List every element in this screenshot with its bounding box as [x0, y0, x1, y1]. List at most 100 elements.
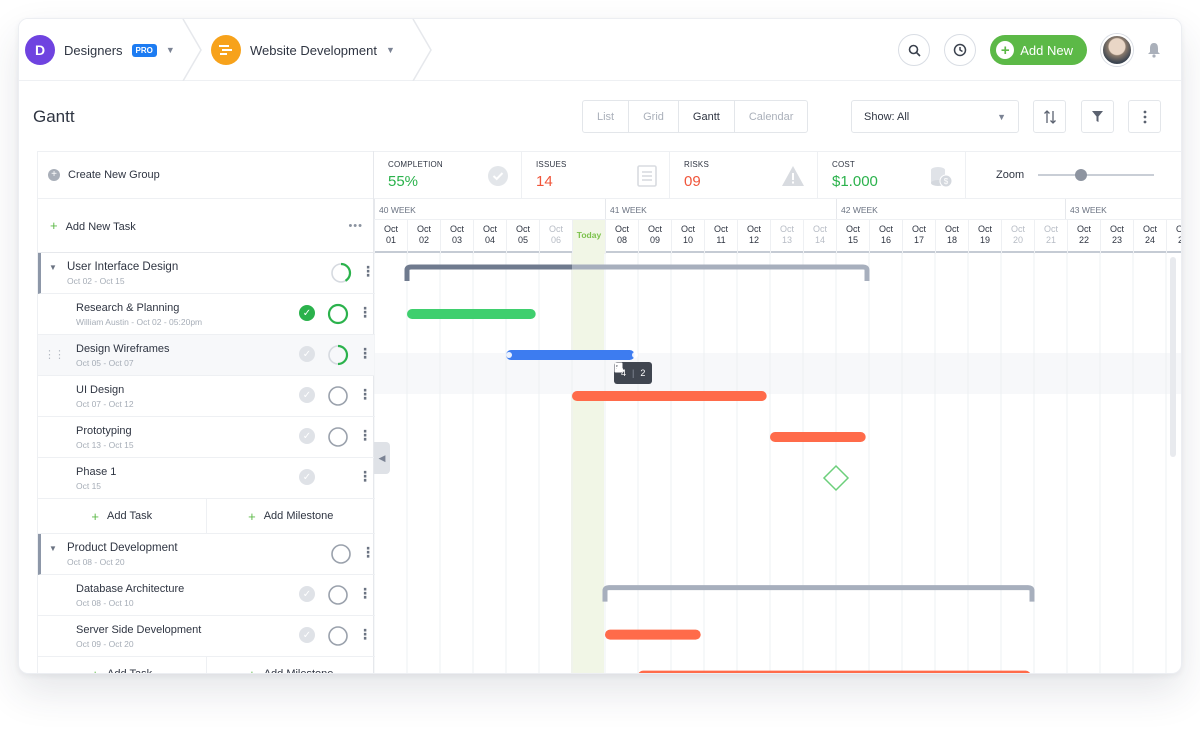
show-filter-select[interactable]: Show: All ▼: [851, 100, 1019, 133]
sort-button[interactable]: [1033, 100, 1066, 133]
row-menu-icon[interactable]: ⋮: [358, 428, 372, 442]
vertical-scrollbar[interactable]: [1170, 257, 1176, 457]
view-switcher: List Grid Gantt Calendar: [582, 100, 809, 133]
bar-handle[interactable]: [632, 352, 638, 358]
task-row[interactable]: Research & Planning William Austin - Oct…: [38, 294, 375, 335]
zoom-slider[interactable]: [1038, 169, 1155, 181]
stat-cost: COST $1.000 $: [818, 152, 966, 198]
task-bar[interactable]: [572, 391, 767, 401]
group-row[interactable]: ▼ User Interface Design Oct 02 - Oct 15 …: [38, 253, 375, 294]
row-menu-icon[interactable]: ⋮: [361, 264, 375, 278]
check-icon[interactable]: ✓: [299, 346, 315, 362]
task-bar[interactable]: [770, 432, 866, 442]
bell-icon[interactable]: [1147, 42, 1161, 58]
warning-icon: [614, 362, 625, 372]
task-title: Database Architecture: [76, 583, 185, 595]
row-menu-icon[interactable]: ⋮: [358, 346, 372, 360]
add-task-button[interactable]: + Add Task: [38, 657, 207, 673]
group-dates: Oct 02 - Oct 15: [67, 276, 125, 286]
project-switcher[interactable]: Website Development ▼: [211, 19, 395, 81]
check-icon[interactable]: ✓: [299, 305, 315, 321]
task-row[interactable]: Database Architecture Oct 08 - Oct 10 ✓ …: [38, 575, 375, 616]
stat-risks: RISKS 09: [670, 152, 818, 198]
add-new-task-label: Add New Task: [65, 221, 136, 233]
task-title: Research & Planning: [76, 302, 180, 314]
app-window: D Designers PRO ▼ Website Development ▼: [18, 18, 1182, 674]
day-column-label: Oct 19: [968, 220, 1001, 254]
history-button[interactable]: [944, 34, 977, 66]
group-dates: Oct 08 - Oct 20: [67, 557, 125, 567]
collapse-caret-icon[interactable]: ▼: [49, 263, 57, 272]
collapse-caret-icon[interactable]: ▼: [49, 544, 57, 553]
more-options-button[interactable]: [1128, 100, 1161, 133]
zoom-label: Zoom: [996, 169, 1025, 181]
add-task-button[interactable]: + Add Task: [38, 499, 207, 533]
create-group-button[interactable]: + Create New Group: [38, 151, 373, 199]
row-menu-icon[interactable]: ⋮: [358, 305, 372, 319]
task-row[interactable]: Prototyping Oct 13 - Oct 15 ✓ ⋮: [38, 417, 375, 458]
search-button[interactable]: [898, 34, 931, 66]
task-title: Design Wireframes: [76, 343, 170, 355]
avatar[interactable]: [1101, 34, 1133, 66]
day-column-label: Oct 17: [902, 220, 935, 254]
task-bar[interactable]: [605, 629, 701, 640]
day-columns: Oct 01 Oct 02 Oct 03 Oct 04 Oct 05 Oct 06 Today Oct 08…: [374, 219, 1181, 254]
project-logo: [211, 35, 241, 65]
row-menu-icon[interactable]: ⋮: [361, 545, 375, 559]
day-column-label: Oct 09: [638, 220, 671, 254]
task-row[interactable]: ⋮⋮ Design Wireframes Oct 05 - Oct 07 ✓ ⋮: [38, 335, 375, 376]
task-row[interactable]: Server Side Development Oct 09 - Oct 20 …: [38, 616, 375, 657]
workspace-logo: D: [25, 35, 55, 65]
tab-grid[interactable]: Grid: [629, 101, 679, 132]
task-sub: William Austin - Oct 02 - 05:20pm: [76, 317, 203, 327]
more-horizontal-icon[interactable]: •••: [348, 220, 363, 232]
task-sub: Oct 13 - Oct 15: [76, 440, 134, 450]
tab-list[interactable]: List: [583, 101, 630, 132]
add-milestone-label: Add Milestone: [263, 668, 334, 674]
row-highlight: [374, 353, 1181, 394]
check-icon[interactable]: ✓: [299, 387, 315, 403]
collapse-panel-handle[interactable]: ◀: [374, 442, 390, 474]
filter-icon: [1092, 111, 1103, 122]
stat-completion: COMPLETION 55%: [374, 152, 522, 198]
progress-ring-icon: [328, 386, 348, 406]
check-icon[interactable]: ✓: [299, 586, 315, 602]
drag-handle-icon[interactable]: ⋮⋮: [44, 348, 65, 361]
task-row[interactable]: UI Design Oct 07 - Oct 12 ✓ ⋮: [38, 376, 375, 417]
tab-gantt[interactable]: Gantt: [679, 101, 735, 132]
group-title: Product Development: [67, 542, 178, 554]
check-icon[interactable]: ✓: [299, 627, 315, 643]
task-title: UI Design: [76, 384, 125, 396]
filter-button[interactable]: [1081, 100, 1114, 133]
task-info-tooltip: 4 | 2: [614, 362, 653, 384]
summary-bar-progress[interactable]: [404, 264, 572, 281]
add-milestone-button[interactable]: + Add Milestone: [207, 657, 376, 674]
tab-calendar[interactable]: Calendar: [735, 101, 808, 132]
task-bar[interactable]: [638, 670, 1031, 674]
check-icon[interactable]: ✓: [299, 428, 315, 444]
zoom-slider-handle[interactable]: [1074, 169, 1087, 181]
task-bar[interactable]: [407, 309, 536, 319]
day-column-label: Oct 05: [506, 220, 539, 254]
timeline-header: 40 WEEK 41 WEEK 42 WEEK 43 WEEK Oct 01 Oct…: [374, 199, 1181, 254]
day-column-label: Oct 08: [605, 220, 638, 254]
chevron-down-icon: ▼: [385, 45, 395, 55]
add-task-label: Add Task: [107, 510, 153, 522]
milestone-row[interactable]: Phase 1 Oct 15 ✓ ⋮: [38, 458, 375, 499]
today-column: [571, 253, 604, 673]
bar-handle[interactable]: [506, 352, 512, 358]
milestone-diamond[interactable]: [822, 464, 850, 492]
row-menu-icon[interactable]: ⋮: [358, 387, 372, 401]
row-menu-icon[interactable]: ⋮: [358, 469, 372, 483]
row-menu-icon[interactable]: ⋮: [358, 586, 372, 600]
add-new-task-button[interactable]: + Add New Task: [50, 218, 136, 233]
add-milestone-button[interactable]: + Add Milestone: [207, 499, 376, 533]
workspace-switcher[interactable]: D Designers PRO ▼: [25, 19, 175, 81]
check-icon[interactable]: ✓: [299, 469, 315, 485]
top-actions: + Add New: [898, 19, 1161, 81]
group-row[interactable]: ▼ Product Development Oct 08 - Oct 20 ⋮: [38, 534, 375, 575]
add-new-button[interactable]: + Add New: [990, 35, 1087, 65]
task-bar[interactable]: [506, 350, 635, 360]
row-menu-icon[interactable]: ⋮: [358, 627, 372, 641]
day-column-label: Today: [572, 220, 605, 254]
